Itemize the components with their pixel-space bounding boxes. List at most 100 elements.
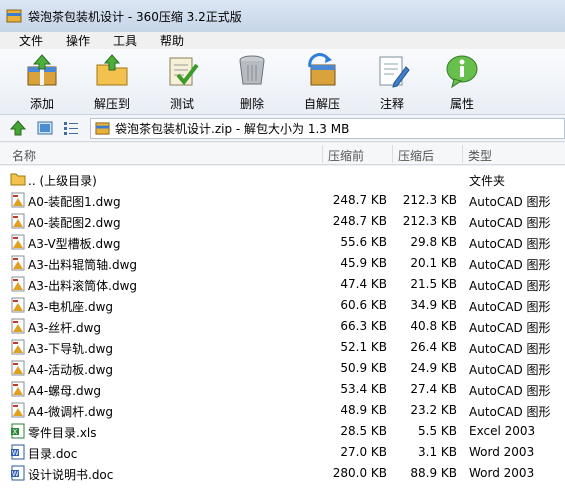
file-row[interactable]: A3-出料辊筒轴.dwg 45.9 KB 20.1 KB AutoCAD 图形 (0, 253, 565, 274)
comment-label: 注释 (379, 97, 404, 111)
file-type: AutoCAD 图形 (469, 279, 551, 293)
doc-file-icon: W (11, 465, 25, 481)
comment-button[interactable]: 注释 (362, 53, 422, 113)
file-compressed-size: 26.4 KB (410, 340, 457, 354)
comment-icon (379, 56, 410, 88)
column-type[interactable]: 类型 (468, 147, 492, 164)
file-name: A3-出料辊筒轴.dwg (28, 258, 138, 272)
file-packed-size: 280.0 KB (332, 466, 387, 480)
dwg-file-icon (11, 318, 25, 334)
file-name: A3-丝杆.dwg (28, 321, 102, 335)
file-compressed-size: 23.2 KB (410, 403, 457, 417)
file-row[interactable]: A3-下导轨.dwg 52.1 KB 26.4 KB AutoCAD 图形 (0, 337, 565, 358)
file-type: AutoCAD 图形 (469, 405, 551, 419)
file-row[interactable]: .. (上级目录) 文件夹 (0, 169, 565, 190)
archive-app-icon (6, 9, 22, 23)
file-type: AutoCAD 图形 (469, 237, 551, 251)
delete-label: 删除 (239, 97, 264, 111)
info-button[interactable]: 属性 (432, 53, 492, 113)
extract-to-icon (96, 54, 128, 86)
file-row[interactable]: A0-装配图2.dwg 248.7 KB 212.3 KB AutoCAD 图形 (0, 211, 565, 232)
doc-file-icon: W (11, 444, 25, 460)
file-name: A3-出料滚筒体.dwg (28, 279, 138, 293)
menu-bar: 文件 操作 工具 帮助 (0, 32, 565, 49)
file-compressed-size: 212.3 KB (402, 193, 457, 207)
file-row[interactable]: A0-装配图1.dwg 248.7 KB 212.3 KB AutoCAD 图形 (0, 190, 565, 211)
test-button[interactable]: 测试 (152, 53, 212, 113)
file-packed-size: 55.6 KB (340, 235, 387, 249)
test-icon (169, 57, 199, 86)
file-row[interactable]: A3-出料滚筒体.dwg 47.4 KB 21.5 KB AutoCAD 图形 (0, 274, 565, 295)
file-row[interactable]: W 设计说明书.doc 280.0 KB 88.9 KB Word 2003 (0, 463, 565, 484)
file-row[interactable]: A3-V型槽板.dwg 55.6 KB 29.8 KB AutoCAD 图形 (0, 232, 565, 253)
column-divider[interactable] (462, 145, 463, 163)
file-type: 文件夹 (469, 174, 506, 188)
file-row[interactable]: A4-微调杆.dwg 48.9 KB 23.2 KB AutoCAD 图形 (0, 400, 565, 421)
file-packed-size: 60.6 KB (340, 298, 387, 312)
file-row[interactable]: A4-螺母.dwg 53.4 KB 27.4 KB AutoCAD 图形 (0, 379, 565, 400)
file-name: A3-电机座.dwg (28, 300, 114, 314)
file-packed-size: 248.7 KB (332, 214, 387, 228)
extract-to-button[interactable]: 解压到 (82, 53, 142, 113)
file-compressed-size: 3.1 KB (418, 445, 457, 459)
file-packed-size: 28.5 KB (340, 424, 387, 438)
menu-tools[interactable]: 工具 (113, 32, 137, 49)
column-divider[interactable] (392, 145, 393, 163)
file-packed-size: 47.4 KB (340, 277, 387, 291)
file-packed-size: 48.9 KB (340, 403, 387, 417)
address-field[interactable]: 袋泡茶包装机设计.zip - 解包大小为 1.3 MB (90, 118, 565, 139)
add-button[interactable]: 添加 (12, 53, 72, 113)
thumbnail-view-icon[interactable] (37, 120, 53, 136)
file-name: A3-V型槽板.dwg (28, 237, 121, 251)
file-type: Word 2003 (469, 445, 535, 459)
file-name: A3-下导轨.dwg (28, 342, 114, 356)
dwg-file-icon (11, 381, 25, 397)
dwg-file-icon (11, 402, 25, 418)
file-compressed-size: 40.8 KB (410, 319, 457, 333)
delete-button[interactable]: 删除 (222, 53, 282, 113)
file-compressed-size: 5.5 KB (418, 424, 457, 438)
self-extract-button[interactable]: 自解压 (292, 53, 352, 113)
file-type: AutoCAD 图形 (469, 216, 551, 230)
file-type: Excel 2003 (469, 424, 536, 438)
menu-help[interactable]: 帮助 (160, 32, 184, 49)
file-packed-size: 27.0 KB (340, 445, 387, 459)
file-compressed-size: 24.9 KB (410, 361, 457, 375)
file-row[interactable]: X 零件目录.xls 28.5 KB 5.5 KB Excel 2003 (0, 421, 565, 442)
folder-icon (10, 173, 26, 186)
title-bar: 袋泡茶包装机设计 - 360压缩 3.2正式版 (0, 0, 565, 32)
column-size[interactable]: 压缩后 (398, 147, 434, 164)
file-row[interactable]: A3-丝杆.dwg 66.3 KB 40.8 KB AutoCAD 图形 (0, 316, 565, 337)
file-name: 目录.doc (28, 447, 78, 461)
address-path: 袋泡茶包装机设计.zip - 解包大小为 1.3 MB (115, 122, 350, 136)
dwg-file-icon (11, 276, 25, 292)
file-row[interactable]: W 目录.doc 27.0 KB 3.1 KB Word 2003 (0, 442, 565, 463)
file-name: 设计说明书.doc (28, 468, 114, 482)
xls-file-icon: X (11, 423, 25, 439)
up-arrow-icon[interactable] (10, 120, 26, 136)
file-packed-size: 248.7 KB (332, 193, 387, 207)
dwg-file-icon (11, 234, 25, 250)
svg-text:W: W (12, 470, 19, 478)
menu-file[interactable]: 文件 (19, 32, 43, 49)
file-row[interactable]: A4-活动板.dwg 50.9 KB 24.9 KB AutoCAD 图形 (0, 358, 565, 379)
dwg-file-icon (11, 213, 25, 229)
file-packed-size: 52.1 KB (340, 340, 387, 354)
self-extract-label: 自解压 (303, 97, 340, 111)
menu-operation[interactable]: 操作 (66, 32, 90, 49)
column-packed[interactable]: 压缩前 (328, 147, 364, 164)
column-name[interactable]: 名称 (12, 147, 36, 164)
file-row[interactable]: A3-电机座.dwg 60.6 KB 34.9 KB AutoCAD 图形 (0, 295, 565, 316)
file-packed-size: 45.9 KB (340, 256, 387, 270)
column-divider[interactable] (322, 145, 323, 163)
svg-text:W: W (12, 449, 19, 457)
file-packed-size: 66.3 KB (340, 319, 387, 333)
file-compressed-size: 29.8 KB (410, 235, 457, 249)
file-compressed-size: 20.1 KB (410, 256, 457, 270)
file-compressed-size: 212.3 KB (402, 214, 457, 228)
file-list: .. (上级目录) 文件夹 A0-装配图1.dwg 248.7 KB 212.3 KB A… (0, 166, 565, 495)
window-title: 袋泡茶包装机设计 - 360压缩 3.2正式版 (28, 9, 242, 24)
list-view-icon[interactable] (63, 120, 79, 136)
dwg-file-icon (11, 360, 25, 376)
zip-archive-icon (95, 122, 110, 135)
